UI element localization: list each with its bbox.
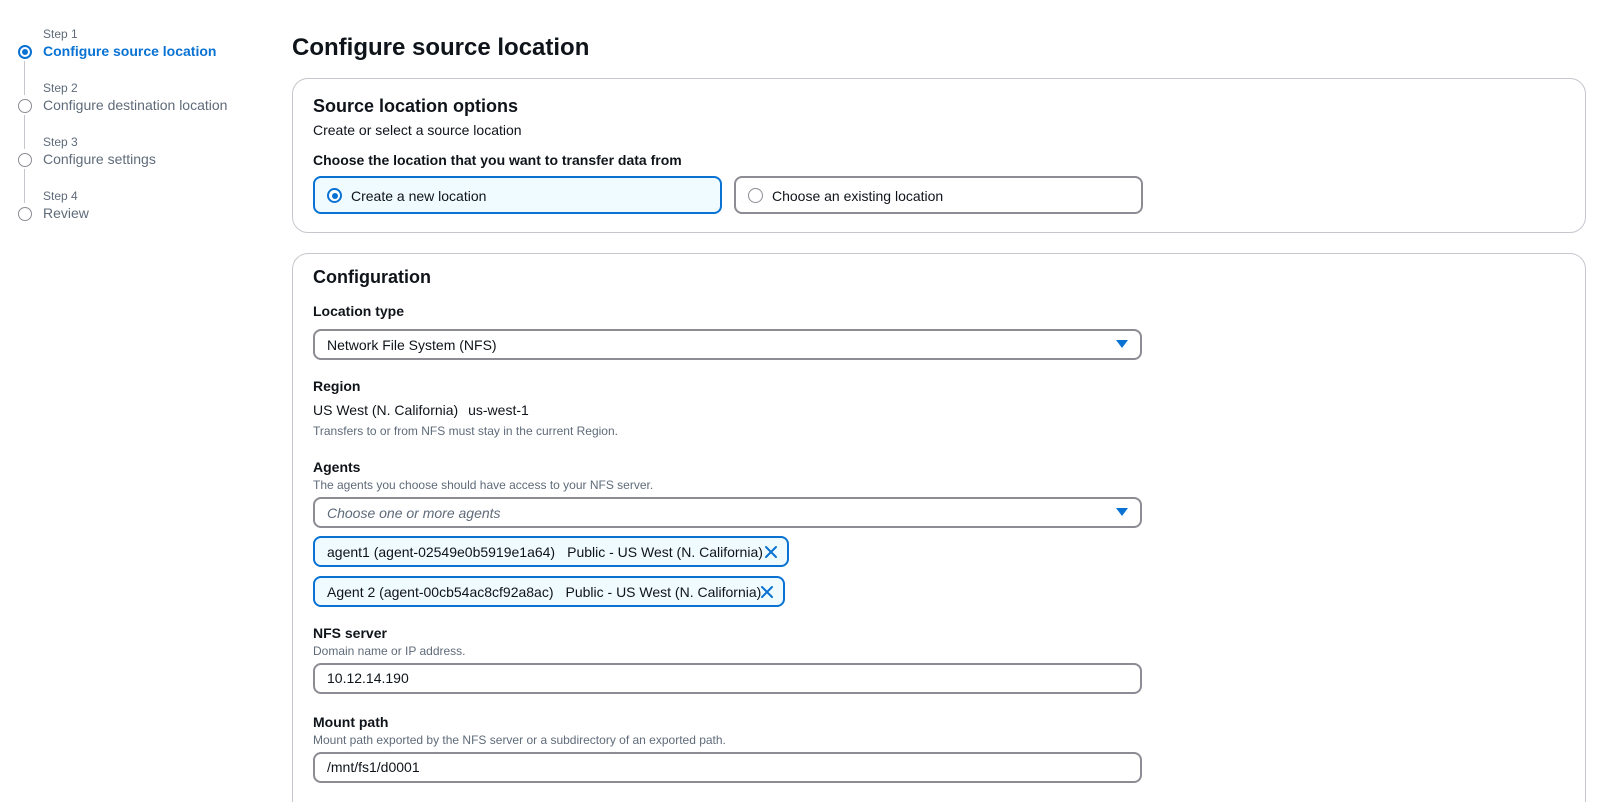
agents-multiselect[interactable]: Choose one or more agents	[313, 497, 1142, 528]
mount-path-label: Mount path	[313, 714, 389, 730]
region-value: US West (N. California) us-west-1	[313, 402, 529, 418]
step-pending-icon	[18, 99, 32, 113]
step-number: Step 1	[43, 27, 78, 41]
mount-path-hint: Mount path exported by the NFS server or…	[313, 733, 726, 747]
nfs-server-label: NFS server	[313, 625, 387, 641]
tile-label: Choose an existing location	[772, 188, 944, 204]
step-title: Review	[43, 205, 89, 221]
wizard-step-4: Step 4 Review	[16, 187, 276, 241]
step-title: Configure destination location	[43, 97, 228, 113]
wizard-step-1[interactable]: Step 1 Configure source location	[16, 25, 276, 95]
agent-token: Agent 2 (agent-00cb54ac8cf92a8ac) Public …	[313, 576, 785, 607]
token-text: Agent 2 (agent-00cb54ac8cf92a8ac) Public …	[327, 584, 761, 600]
nfs-server-input[interactable]	[327, 670, 1117, 686]
select-value: Network File System (NFS)	[327, 337, 497, 353]
wizard-steps: Step 1 Configure source location Step 2 …	[16, 25, 276, 241]
location-type-label: Location type	[313, 303, 405, 319]
tile-label: Create a new location	[351, 188, 487, 204]
select-placeholder: Choose one or more agents	[327, 505, 501, 521]
step-current-icon	[18, 45, 32, 59]
region-name: US West (N. California)	[313, 402, 459, 418]
region-code: us-west-1	[468, 402, 529, 418]
token-label: Agent 2 (agent-00cb54ac8cf92a8ac)	[327, 584, 554, 600]
location-choice-label: Choose the location that you want to tra…	[313, 152, 682, 168]
mount-path-field	[313, 752, 1142, 783]
close-icon[interactable]	[764, 545, 778, 559]
step-title[interactable]: Configure source location	[43, 43, 216, 59]
caret-down-icon	[1116, 508, 1128, 516]
token-text: agent1 (agent-02549e0b5919e1a64) Public -…	[327, 544, 763, 560]
caret-down-icon	[1116, 340, 1128, 348]
container-header: Configuration	[313, 267, 431, 287]
token-description: Public - US West (N. California)	[567, 544, 763, 560]
tile-create-new-location[interactable]: Create a new location	[313, 176, 722, 214]
nfs-server-field	[313, 663, 1142, 694]
step-pending-icon	[18, 153, 32, 167]
agents-hint: The agents you choose should have access…	[313, 478, 654, 492]
step-number: Step 3	[43, 135, 78, 149]
step-number: Step 4	[43, 189, 78, 203]
radio-selected-icon[interactable]	[327, 188, 342, 203]
mount-path-input[interactable]	[327, 759, 1117, 775]
container-header: Source location options	[313, 96, 519, 116]
step-pending-icon	[18, 207, 32, 221]
page-title: Configure source location	[292, 34, 590, 61]
radio-unselected-icon[interactable]	[748, 188, 763, 203]
wizard-step-2: Step 2 Configure destination location	[16, 79, 276, 149]
location-type-select[interactable]: Network File System (NFS)	[313, 329, 1142, 360]
nfs-server-hint: Domain name or IP address.	[313, 644, 466, 658]
step-title: Configure settings	[43, 151, 156, 167]
wizard-step-3: Step 3 Configure settings	[16, 133, 276, 203]
step-number: Step 2	[43, 81, 78, 95]
tile-choose-existing-location[interactable]: Choose an existing location	[734, 176, 1143, 214]
token-label: agent1 (agent-02549e0b5919e1a64)	[327, 544, 556, 560]
agent-token: agent1 (agent-02549e0b5919e1a64) Public -…	[313, 536, 789, 567]
agents-label: Agents	[313, 459, 361, 475]
container-description: Create or select a source location	[313, 122, 522, 138]
region-label: Region	[313, 378, 361, 394]
source-location-options-container: Source location options Create or select…	[292, 78, 1586, 233]
token-description: Public - US West (N. California)	[565, 584, 762, 600]
configuration-container: Configuration Location type Network File…	[292, 253, 1586, 802]
region-hint: Transfers to or from NFS must stay in th…	[313, 424, 618, 438]
close-icon[interactable]	[760, 585, 774, 599]
